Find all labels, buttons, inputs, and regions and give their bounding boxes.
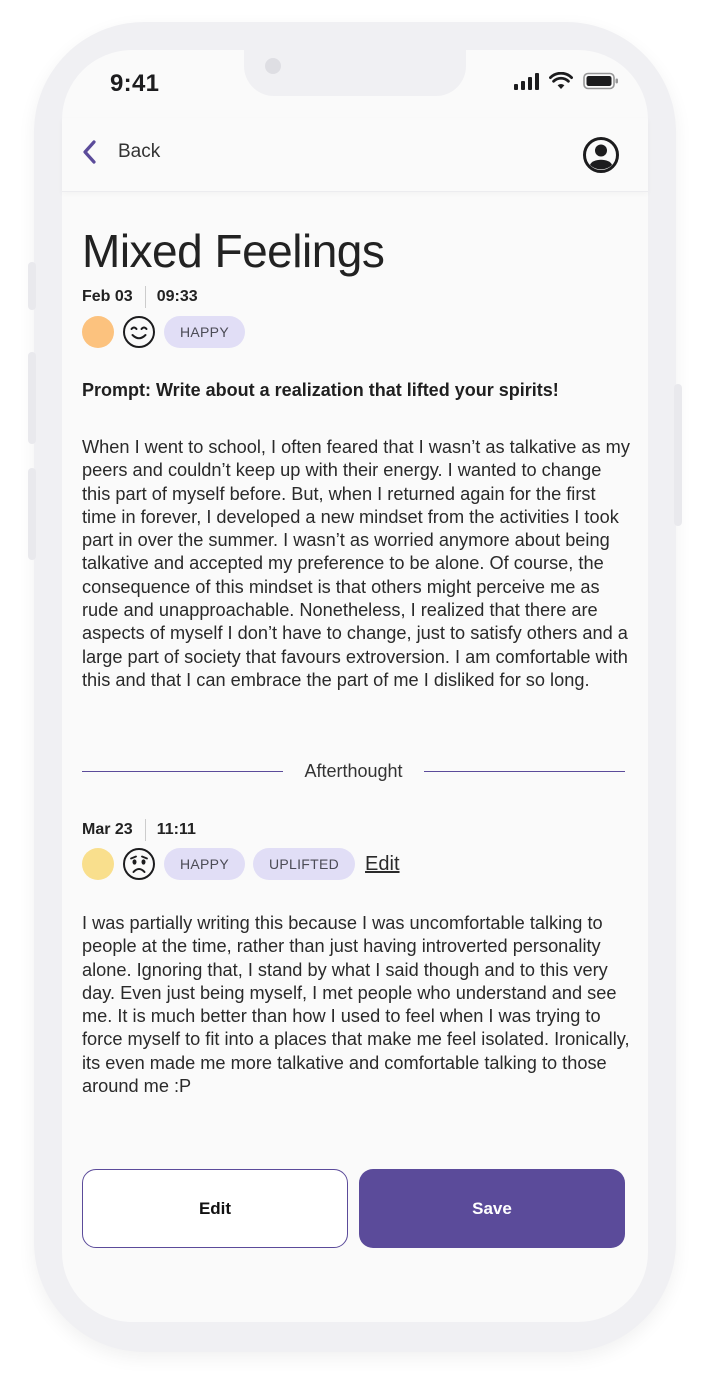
afterthought-date: Mar 23: [82, 821, 133, 838]
side-button: [28, 262, 36, 310]
back-button[interactable]: Back: [80, 138, 160, 166]
side-button: [674, 384, 682, 526]
mood-color-dot: [82, 316, 114, 348]
side-button: [28, 352, 36, 444]
edit-button[interactable]: Edit: [82, 1169, 348, 1248]
afterthought-body: I was partially writing this because I w…: [82, 913, 630, 1097]
mood-tag[interactable]: HAPPY: [164, 848, 245, 880]
battery-icon: [583, 72, 618, 90]
entry-datetime: Feb 03 09:33: [82, 286, 198, 308]
entry-mood-row: HAPPY: [82, 315, 245, 349]
afterthought-time: 11:11: [156, 821, 196, 838]
user-avatar-icon: [583, 137, 619, 173]
worried-face-icon: [123, 848, 155, 880]
afterthought-datetime: Mar 23 11:11: [82, 819, 196, 841]
camera-icon: [265, 58, 281, 74]
journal-prompt: Prompt: Write about a realization that l…: [82, 380, 559, 400]
mood-tag[interactable]: HAPPY: [164, 316, 245, 348]
divider: [144, 286, 146, 308]
afterthought-mood-row: HAPPY UPLIFTED Edit: [82, 847, 400, 881]
signal-icon: [514, 72, 539, 90]
entry-body: When I went to school, I often feared th…: [82, 437, 630, 690]
status-icons: [514, 72, 619, 90]
entry-date: Feb 03: [82, 288, 133, 305]
status-time: 9:41: [110, 70, 160, 97]
profile-button[interactable]: [582, 136, 620, 179]
back-label: Back: [118, 141, 161, 162]
entry-title: Mixed Feelings: [82, 225, 385, 277]
mood-tag[interactable]: UPLIFTED: [252, 848, 356, 880]
divider-line: [82, 770, 284, 773]
chevron-left-icon: [83, 140, 96, 164]
divider: [144, 819, 146, 841]
smiling-face-icon: [123, 316, 155, 348]
edit-afterthought-link[interactable]: Edit: [365, 853, 399, 876]
divider-line: [423, 770, 626, 773]
entry-time: 09:33: [156, 288, 198, 305]
notch: [244, 50, 466, 96]
afterthought-divider: Afterthought: [82, 761, 626, 782]
wifi-icon: [549, 72, 573, 89]
side-button: [28, 468, 36, 560]
save-button[interactable]: Save: [359, 1169, 625, 1248]
mood-color-dot: [82, 848, 114, 880]
afterthought-label: Afterthought: [304, 761, 403, 781]
